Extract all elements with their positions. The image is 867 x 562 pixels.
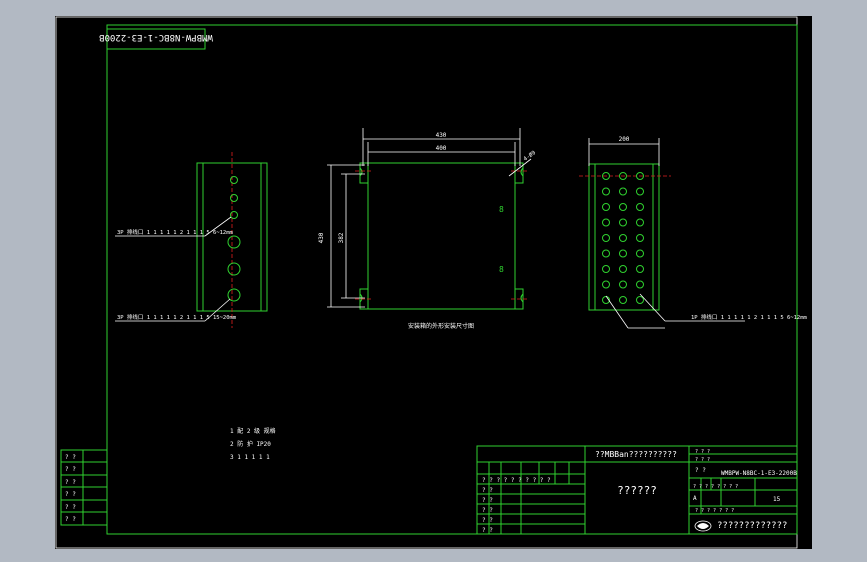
vent-hole bbox=[636, 234, 644, 242]
note-1: 1 配 2 级 规格 bbox=[230, 427, 276, 435]
dim-width-outer: 430 bbox=[436, 132, 447, 139]
front-view: 8 8 bbox=[327, 128, 532, 310]
svg-text:? ?: ? ? bbox=[65, 454, 76, 461]
vent-hole bbox=[602, 234, 610, 242]
annotation-left-bottom: 3P 排线口 1 1 1 1 1 2 1 1 1 5 15~20mm bbox=[117, 313, 237, 321]
vent-hole bbox=[619, 280, 627, 289]
note-2: 2 防 护 IP20 bbox=[230, 440, 271, 448]
vent-hole bbox=[602, 249, 610, 258]
svg-text:8: 8 bbox=[499, 205, 504, 214]
svg-text:? ?: ? ? bbox=[695, 467, 706, 474]
scale-value: 15 bbox=[773, 496, 781, 503]
drawing-number: WMBPW-N8BC-1-E3-2200B bbox=[721, 470, 797, 477]
vent-hole bbox=[636, 187, 644, 196]
vent-hole bbox=[602, 187, 610, 196]
drawing-sheet: WMBPW-N8BC-1-E3-2200B 3P 排线口 1 1 1 1 1 2… bbox=[55, 16, 812, 549]
vent-hole bbox=[602, 203, 610, 211]
svg-text:? ? ?: ? ? ? bbox=[695, 449, 710, 455]
cad-drawing: WMBPW-N8BC-1-E3-2200B 3P 排线口 1 1 1 1 1 2… bbox=[55, 16, 808, 549]
annotation-left-top: 3P 排线口 1 1 1 1 1 2 1 1 1 5 6~12mm bbox=[117, 228, 234, 236]
vent-hole bbox=[636, 249, 644, 258]
svg-text:? ?: ? ? bbox=[482, 517, 493, 524]
title-center-label: ?????? bbox=[617, 484, 657, 497]
vent-hole bbox=[636, 280, 644, 289]
vent-hole bbox=[619, 296, 627, 304]
vent-hole bbox=[619, 203, 627, 211]
title-row1: ??MBBan?????????? bbox=[595, 450, 677, 459]
svg-text:? ?: ? ? bbox=[65, 479, 76, 486]
annotation-right: 1P 排线口 1 1 1 1 1 2 1 1 1 5 6~12mm bbox=[691, 313, 808, 321]
vent-hole bbox=[619, 234, 627, 242]
svg-text:? ? ?: ? ? ? bbox=[695, 457, 710, 463]
svg-text:? ?: ? ? bbox=[65, 504, 76, 511]
front-caption: 安装箱的外形安装尺寸图 bbox=[408, 322, 474, 330]
svg-text:? ?: ? ? bbox=[482, 497, 493, 504]
dim-height-outer: 430 bbox=[318, 232, 325, 243]
vent-hole bbox=[602, 265, 610, 273]
vent-hole bbox=[619, 249, 627, 258]
vent-hole bbox=[602, 218, 610, 227]
vent-hole bbox=[636, 296, 644, 304]
svg-text:? ? ? ? ? ? ? ?: ? ? ? ? ? ? ? ? bbox=[693, 484, 738, 490]
vent-hole bbox=[619, 218, 627, 227]
note-3: 3 1 1 1 1 1 bbox=[230, 454, 270, 461]
svg-text:? ?: ? ? bbox=[65, 466, 76, 473]
vent-hole bbox=[636, 218, 644, 227]
vent-hole bbox=[636, 203, 644, 211]
side-view-left bbox=[115, 152, 268, 328]
vent-hole bbox=[636, 265, 644, 273]
company-name: ????????????? bbox=[717, 521, 787, 531]
svg-text:? ?: ? ? bbox=[482, 527, 493, 534]
side-view-right bbox=[579, 138, 745, 329]
svg-text:A: A bbox=[693, 495, 697, 502]
vent-hole bbox=[619, 265, 627, 273]
drawing-frame bbox=[106, 24, 798, 535]
svg-text:? ?: ? ? bbox=[65, 516, 76, 523]
svg-text:? ?: ? ? bbox=[482, 507, 493, 514]
vent-hole bbox=[602, 280, 610, 289]
dim-height-inner: 382 bbox=[338, 232, 345, 243]
svg-text:? ? ? ? ? ? ?: ? ? ? ? ? ? ? bbox=[695, 508, 734, 514]
revision-strip: ? ? ? ? ? ? ? ? ? ? ? ? bbox=[60, 449, 108, 526]
svg-text:? ?: ? ? bbox=[482, 487, 493, 494]
svg-text:? ?: ? ? bbox=[65, 491, 76, 498]
outer-border bbox=[55, 16, 798, 549]
dim-width-inner: 400 bbox=[436, 145, 447, 152]
vent-hole bbox=[619, 187, 627, 196]
dim-mount-hole: 4-Ø9 bbox=[522, 149, 537, 162]
svg-text:8: 8 bbox=[499, 265, 504, 274]
dim-side-width: 200 bbox=[619, 136, 630, 143]
corner-code: WMBPW-N8BC-1-E3-2200B bbox=[99, 32, 213, 42]
svg-text:? ? ? ? ? ? ? ? ? ?: ? ? ? ? ? ? ? ? ? ? bbox=[482, 477, 551, 484]
